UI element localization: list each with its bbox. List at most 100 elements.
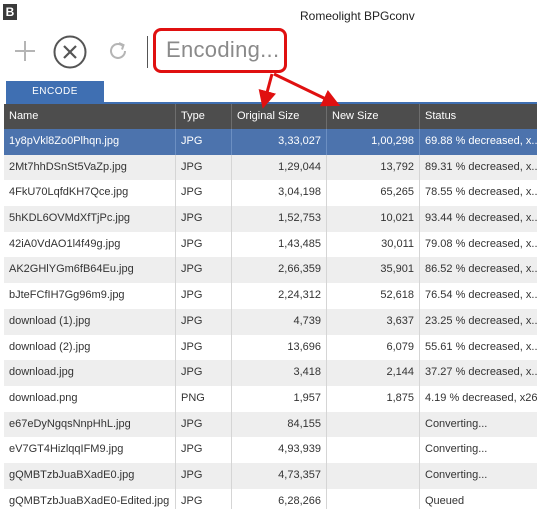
file-type-cell: JPG <box>176 437 232 463</box>
file-name-cell: 42iA0VdAO1l4f49g.jpg <box>4 231 176 258</box>
status-cell: Converting... <box>425 468 488 481</box>
new-size-cell: 2,144 <box>327 360 420 386</box>
original-size-cell: 1,52,753 <box>232 206 327 232</box>
file-name-cell: 1y8pVkl8Zo0Plhqn.jpg <box>4 129 176 155</box>
file-name-cell: download.jpg <box>4 360 176 386</box>
status-cell: Converting... <box>425 417 488 430</box>
table-body: 1y8pVkl8Zo0Plhqn.jpg JPG 3,33,027 1,00,298 6… <box>4 129 537 509</box>
original-size-cell: 2,24,312 <box>232 283 327 309</box>
file-type-cell: PNG <box>176 385 232 412</box>
plus-icon <box>15 41 35 61</box>
new-size-cell: 30,011 <box>327 231 420 258</box>
original-size-cell: 2,66,359 <box>232 257 327 284</box>
tab-encode[interactable]: ENCODE <box>6 81 104 103</box>
status-cell: Converting... <box>425 443 488 456</box>
status-cell: 23.25 % decreased, x... <box>425 314 537 327</box>
status-cell: 78.55 % decreased, x... <box>425 186 537 199</box>
new-size-cell <box>327 411 420 438</box>
file-type-cell: JPG <box>176 411 232 438</box>
cancel-button[interactable] <box>52 34 88 70</box>
file-name-cell: eV7GT4HizlqqIFM9.jpg <box>4 437 176 463</box>
file-type-cell: JPG <box>176 462 232 489</box>
original-size-cell: 3,418 <box>232 360 327 386</box>
status-cell: 79.08 % decreased, x... <box>425 237 537 250</box>
status-cell: 89.31 % decreased, x... <box>425 160 537 173</box>
new-size-cell: 13,792 <box>327 154 420 181</box>
table-row[interactable]: 5hKDL6OVMdXfTjPc.jpg JPG 1,52,753 10,021 93.… <box>4 206 537 232</box>
original-size-cell: 13,696 <box>232 334 327 361</box>
original-size-cell: 3,33,027 <box>232 129 327 155</box>
file-name-cell: bJteFCfIH7Gg96m9.jpg <box>4 283 176 309</box>
column-header-original-size[interactable]: Original Size <box>232 104 327 129</box>
file-name-cell: 4FkU70LqfdKH7Qce.jpg <box>4 180 176 207</box>
table-row[interactable]: 4FkU70LqfdKH7Qce.jpg JPG 3,04,198 65,265 78.… <box>4 180 537 207</box>
column-header-new-size[interactable]: New Size <box>327 104 420 129</box>
new-size-cell: 35,901 <box>327 257 420 284</box>
original-size-cell: 1,957 <box>232 385 327 412</box>
toolbar-divider <box>147 36 148 68</box>
new-size-cell: 52,618 <box>327 283 420 309</box>
new-size-cell <box>327 488 420 509</box>
add-files-button[interactable] <box>10 36 40 66</box>
column-header-status[interactable]: Status <box>420 104 537 129</box>
file-type-cell: JPG <box>176 180 232 207</box>
new-size-cell: 10,021 <box>327 206 420 232</box>
table-row[interactable]: gQMBTzbJuaBXadE0-Edited.jpg JPG 6,28,266 Qu… <box>4 488 537 509</box>
status-cell: Queued <box>425 494 465 507</box>
file-type-cell: JPG <box>176 308 232 335</box>
file-name-cell: AK2GHlYGm6fB64Eu.jpg <box>4 257 176 284</box>
new-size-cell: 6,079 <box>327 334 420 361</box>
file-type-cell: JPG <box>176 360 232 386</box>
table-row[interactable]: download.png PNG 1,957 1,875 4.19 % decrease… <box>4 385 537 412</box>
status-cell: 86.52 % decreased, x... <box>425 263 537 276</box>
table-header: Name Type Original Size New Size Status <box>4 104 537 129</box>
file-type-cell: JPG <box>176 231 232 258</box>
new-size-cell: 3,637 <box>327 308 420 335</box>
original-size-cell: 4,73,357 <box>232 462 327 489</box>
status-cell: 37.27 % decreased, x... <box>425 366 537 379</box>
refresh-button[interactable] <box>104 36 132 66</box>
file-name-cell: download (1).jpg <box>4 308 176 335</box>
encoding-status-text: Encoding... <box>166 37 280 62</box>
status-cell: 69.88 % decreased, x... <box>425 135 537 147</box>
file-type-cell: JPG <box>176 257 232 284</box>
tab-strip: ENCODE <box>0 78 537 104</box>
original-size-cell: 1,43,485 <box>232 231 327 258</box>
table-row[interactable]: 1y8pVkl8Zo0Plhqn.jpg JPG 3,33,027 1,00,298 6… <box>4 129 537 155</box>
circle-x-icon <box>53 35 87 69</box>
table-row[interactable]: download.jpg JPG 3,418 2,144 37.27 % decreas… <box>4 360 537 386</box>
table-row[interactable]: download (1).jpg JPG 4,739 3,637 23.25 % dec… <box>4 308 537 335</box>
title-bar: B Romeolight BPGconv <box>0 0 537 28</box>
table-row[interactable]: 2Mt7hhDSnSt5VaZp.jpg JPG 1,29,044 13,792 89.… <box>4 154 537 181</box>
original-size-cell: 6,28,266 <box>232 488 327 509</box>
table-row[interactable]: download (2).jpg JPG 13,696 6,079 55.61 % de… <box>4 334 537 361</box>
file-name-cell: 2Mt7hhDSnSt5VaZp.jpg <box>4 154 176 181</box>
file-type-cell: JPG <box>176 154 232 181</box>
table-row[interactable]: AK2GHlYGm6fB64Eu.jpg JPG 2,66,359 35,901 86.… <box>4 257 537 284</box>
original-size-cell: 84,155 <box>232 411 327 438</box>
column-header-name[interactable]: Name <box>4 104 176 129</box>
new-size-cell: 1,875 <box>327 385 420 412</box>
table-row[interactable]: e67eDyNgqsNnpHhL.jpg JPG 84,155 Converting.… <box>4 411 537 438</box>
table-row[interactable]: eV7GT4HizlqqIFM9.jpg JPG 4,93,939 Convertin… <box>4 437 537 463</box>
file-name-cell: gQMBTzbJuaBXadE0.jpg <box>4 462 176 489</box>
file-type-cell: JPG <box>176 283 232 309</box>
original-size-cell: 4,93,939 <box>232 437 327 463</box>
new-size-cell <box>327 462 420 489</box>
original-size-cell: 1,29,044 <box>232 154 327 181</box>
table-row[interactable]: 42iA0VdAO1l4f49g.jpg JPG 1,43,485 30,011 79.… <box>4 231 537 258</box>
status-cell: 55.61 % decreased, x... <box>425 340 537 353</box>
table-row[interactable]: gQMBTzbJuaBXadE0.jpg JPG 4,73,357 Convertin… <box>4 462 537 489</box>
column-header-type[interactable]: Type <box>176 104 232 129</box>
file-name-cell: gQMBTzbJuaBXadE0-Edited.jpg <box>4 488 176 509</box>
new-size-cell: 65,265 <box>327 180 420 207</box>
refresh-icon <box>110 42 126 59</box>
file-table: Name Type Original Size New Size Status … <box>4 104 537 509</box>
status-cell: 93.44 % decreased, x... <box>425 212 537 225</box>
app-logo-icon: B <box>3 4 17 20</box>
file-name-cell: download.png <box>4 385 176 412</box>
file-name-cell: e67eDyNgqsNnpHhL.jpg <box>4 411 176 438</box>
original-size-cell: 3,04,198 <box>232 180 327 207</box>
file-name-cell: download (2).jpg <box>4 334 176 361</box>
table-row[interactable]: bJteFCfIH7Gg96m9.jpg JPG 2,24,312 52,618 76.… <box>4 283 537 309</box>
